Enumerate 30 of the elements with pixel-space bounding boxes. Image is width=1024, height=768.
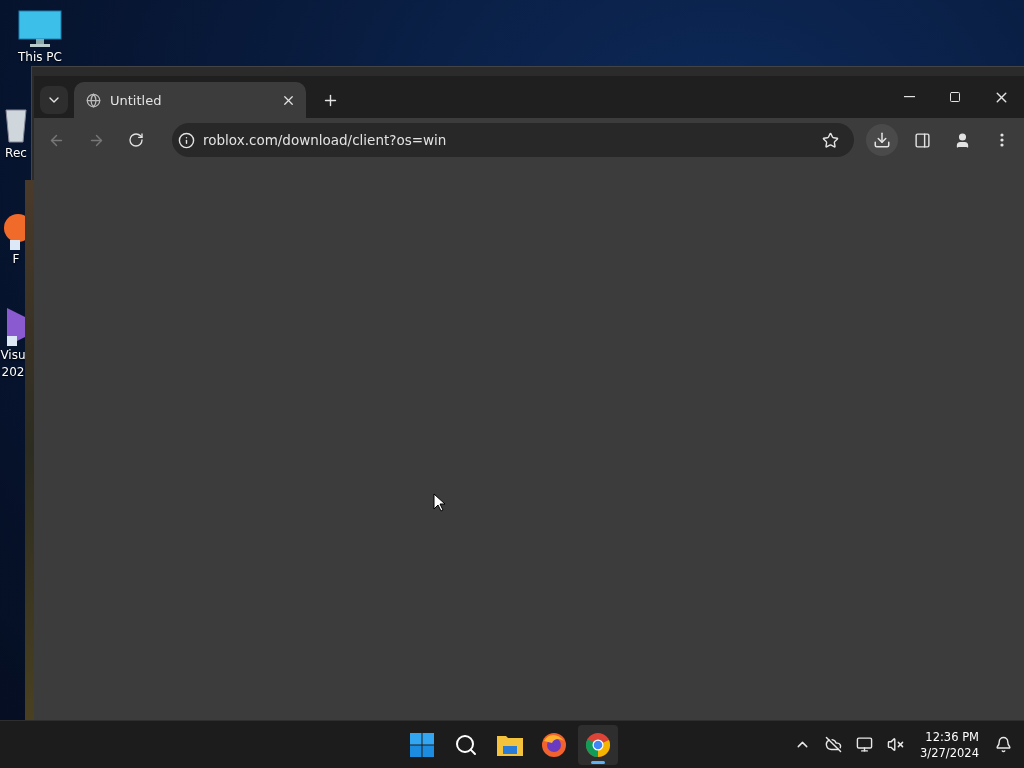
folder-icon: [497, 734, 523, 756]
reload-icon: [128, 132, 144, 148]
desktop-icon-label[interactable]: 202: [1, 365, 25, 380]
cursor-icon: [433, 493, 445, 512]
desktop-icon-label[interactable]: F: [12, 252, 20, 267]
address-bar[interactable]: roblox.com/download/client?os=win: [172, 123, 854, 157]
clock[interactable]: 12:36 PM 3/27/2024: [916, 728, 983, 761]
browser-tab[interactable]: Untitled: [74, 82, 306, 118]
side-panel-icon: [913, 131, 931, 149]
maximize-icon: [949, 91, 961, 103]
search-icon: [454, 733, 478, 757]
tab-title: Untitled: [110, 92, 163, 108]
notification-icon[interactable]: [993, 734, 1014, 755]
browser-logo-icon: [585, 732, 611, 758]
download-icon: [873, 131, 891, 149]
info-icon: [178, 131, 195, 149]
taskbar-app-button[interactable]: [578, 725, 618, 765]
monitor-icon: [18, 10, 62, 48]
download-button[interactable]: [866, 124, 898, 156]
more-icon: [1000, 133, 1004, 147]
desktop-icon-label[interactable]: This PC: [18, 50, 62, 65]
desktop-icon-label[interactable]: Visu: [0, 348, 26, 363]
globe-icon: [86, 92, 101, 108]
minimize-icon: [903, 96, 915, 98]
star-icon: [821, 131, 839, 149]
browser-logo-icon: [541, 732, 567, 758]
tab-search-button[interactable]: [40, 86, 68, 114]
windows-logo-icon: [410, 733, 434, 757]
desktop-icon-label[interactable]: Rec: [5, 146, 27, 161]
url-text: roblox.com/download/client?os=win: [203, 132, 448, 148]
